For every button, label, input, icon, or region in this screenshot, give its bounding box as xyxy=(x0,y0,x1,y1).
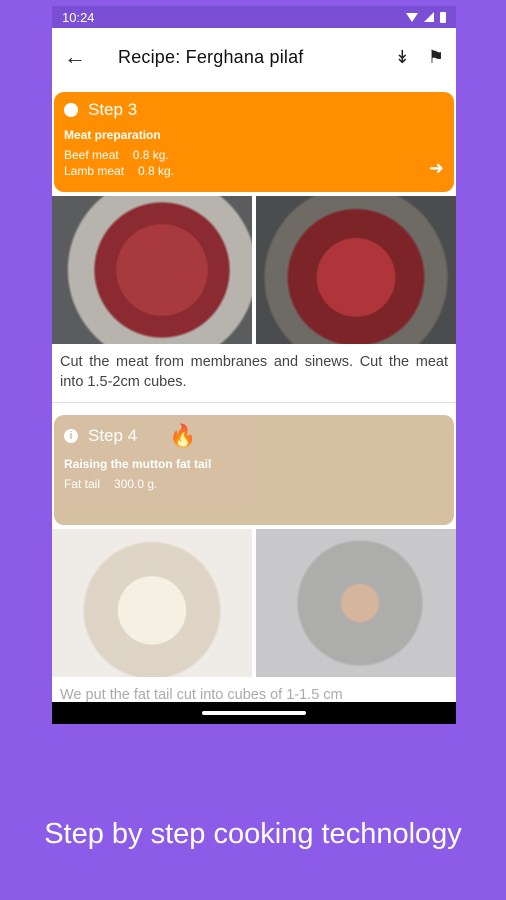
ingredient-row: Lamb meat 0.8 kg. xyxy=(64,164,444,178)
promo-caption: Step by step cooking technology xyxy=(44,818,462,850)
step-status-icon xyxy=(64,103,78,117)
arrow-right-icon[interactable]: ➜ xyxy=(429,158,444,179)
step-card-3[interactable]: Step 3 Meat preparation Beef meat 0.8 kg… xyxy=(54,92,454,192)
fat-tail-photo xyxy=(52,529,252,677)
navigation-bar xyxy=(52,702,456,724)
checkered-flag-icon[interactable]: ⚑ xyxy=(428,47,444,68)
page-title: Recipe: Ferghana pilaf xyxy=(118,46,304,67)
step-subtitle: Meat preparation xyxy=(64,128,161,142)
ingredient-name: Lamb meat xyxy=(64,164,125,178)
phone-screen: 10:24 ← Recipe: Ferghana pilaf ↡ ⚑ Step … xyxy=(52,6,456,724)
steps-list[interactable]: Step 3 Meat preparation Beef meat 0.8 kg… xyxy=(52,86,456,702)
ingredient-name: Fat tail xyxy=(64,477,101,491)
step-subtitle: Raising the mutton fat tail xyxy=(64,457,212,471)
home-handle[interactable] xyxy=(202,711,306,715)
step-label: Step 3 xyxy=(88,100,138,119)
ingredient-name: Beef meat xyxy=(64,148,119,162)
signal-icon xyxy=(424,12,434,22)
step-label: Step 4 xyxy=(88,426,138,445)
double-chevron-down-icon[interactable]: ↡ xyxy=(395,47,410,68)
stove-flame-icon: 🔥 xyxy=(169,423,197,448)
step-photos xyxy=(52,529,456,677)
wifi-icon xyxy=(406,12,418,22)
step-photos xyxy=(52,196,456,344)
status-bar: 10:24 xyxy=(52,6,456,28)
battery-icon xyxy=(440,11,446,23)
meat-photo-cubed xyxy=(256,196,456,344)
ingredient-amount: 300.0 g. xyxy=(114,477,158,491)
meat-photo-raw xyxy=(52,196,252,344)
arrow-left-icon[interactable]: ← xyxy=(64,44,94,70)
status-time: 10:24 xyxy=(62,9,95,25)
step-description: We put the fat tail cut into cubes of 1-… xyxy=(60,687,343,702)
app-bar: ← Recipe: Ferghana pilaf ↡ ⚑ xyxy=(52,28,456,86)
ingredient-row: Beef meat 0.8 kg. xyxy=(64,148,444,162)
ingredient-row: Fat tail 300.0 g. xyxy=(64,477,444,491)
frying-photo xyxy=(256,529,456,677)
step-description: Cut the meat from membranes and sinews. … xyxy=(60,354,448,390)
ingredient-amount: 0.8 kg. xyxy=(132,148,169,162)
ingredient-amount: 0.8 kg. xyxy=(138,164,175,178)
status-icons xyxy=(406,11,446,23)
info-icon: i xyxy=(64,429,78,443)
divider xyxy=(52,402,456,403)
step-card-4[interactable]: i Step 4 🔥 Raising the mutton fat tail F… xyxy=(54,415,454,525)
